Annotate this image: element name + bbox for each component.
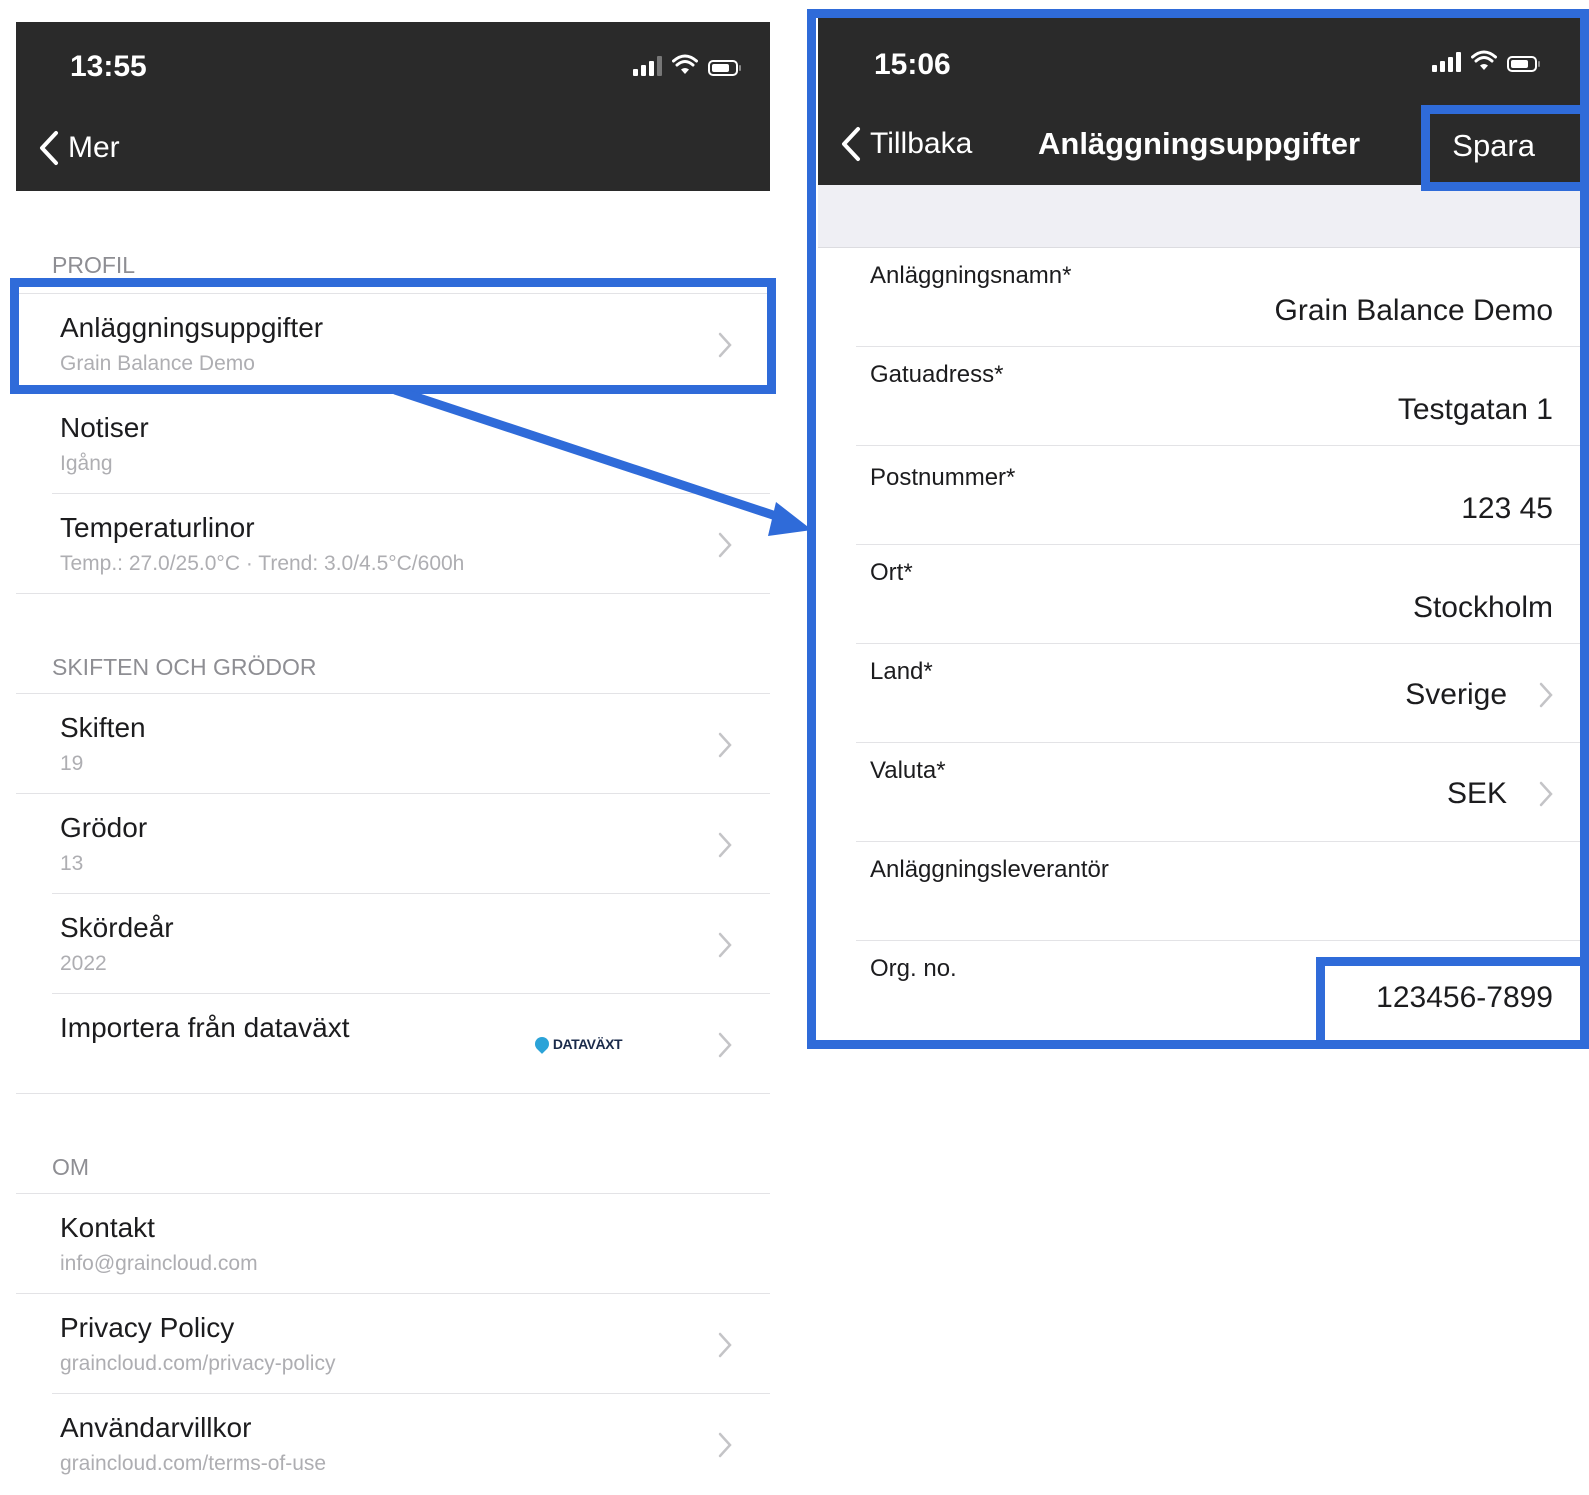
annotation-arrow: [393, 385, 812, 536]
